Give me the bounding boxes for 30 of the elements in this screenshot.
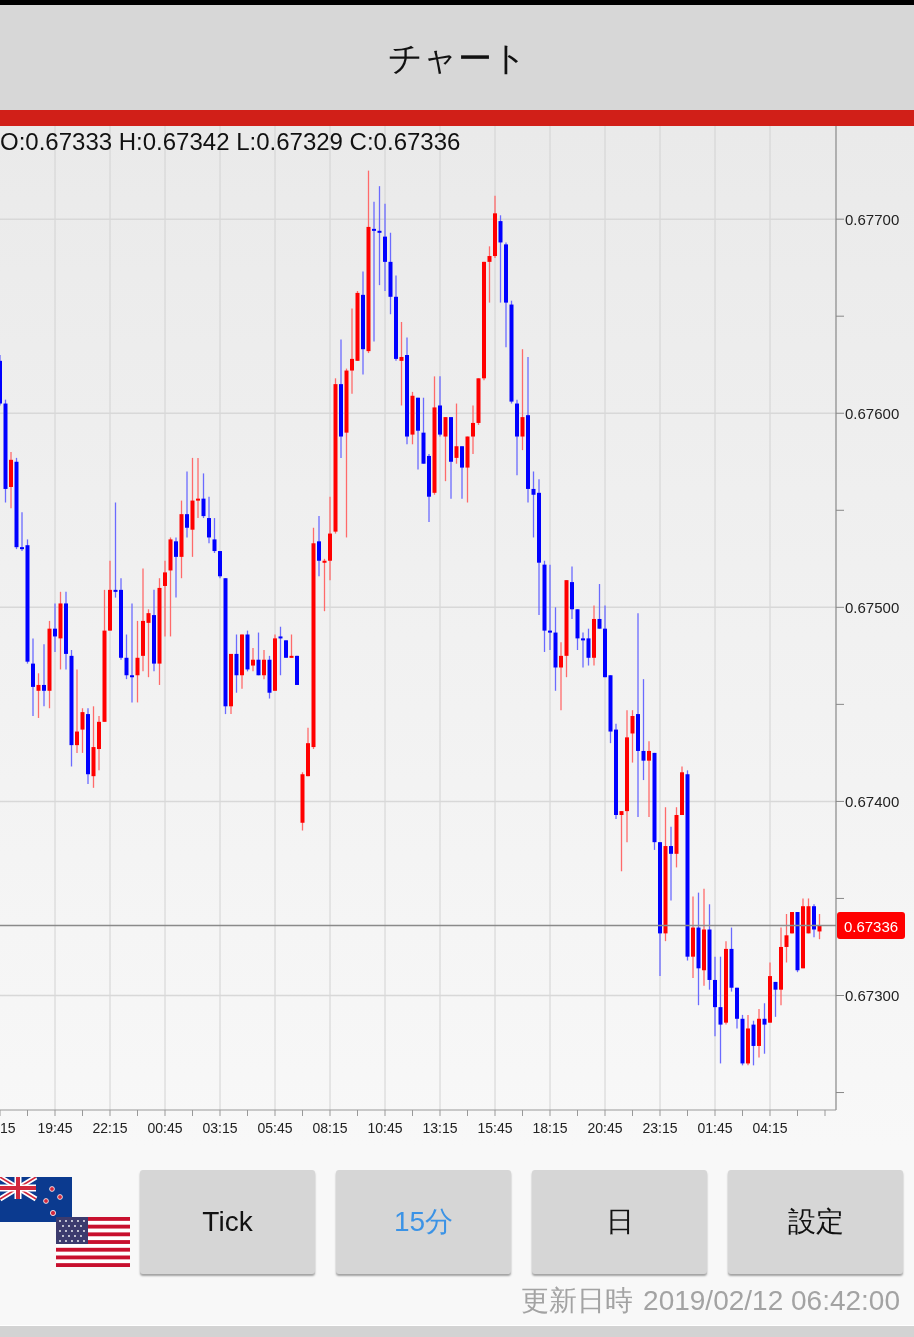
us-flag-icon: [56, 1217, 130, 1267]
x-axis-label: 20:45: [587, 1120, 623, 1136]
x-axis-label: 05:45: [257, 1120, 293, 1136]
update-time-value: 2019/02/12 06:42:00: [643, 1284, 900, 1318]
update-time-label: 更新日時: [521, 1284, 634, 1318]
x-axis-label: 10:45: [367, 1120, 403, 1136]
y-axis-label: 0.67400: [845, 792, 900, 810]
x-axis-label: 04:15: [752, 1120, 788, 1136]
x-axis-label: 15:45: [477, 1120, 513, 1136]
x-axis-label: 00:45: [147, 1120, 183, 1136]
y-axis-label: 0.67600: [845, 404, 900, 422]
y-axis-label: 0.67500: [845, 598, 900, 616]
ref-line-label: 0.67336: [843, 918, 899, 936]
x-axis-label: 08:15: [312, 1120, 348, 1136]
x-axis-label: 15: [0, 1120, 16, 1136]
x-axis-label: 23:15: [642, 1120, 678, 1136]
timeframe-tab[interactable]: 日: [532, 1170, 707, 1274]
x-axis-label: 13:15: [422, 1120, 458, 1136]
x-axis-label: 03:15: [202, 1120, 238, 1136]
y-axis-label: 0.67700: [845, 210, 900, 228]
x-axis-label: 19:45: [37, 1120, 73, 1136]
current-price-tag: 0.67336: [837, 912, 905, 940]
timeframe-tab[interactable]: Tick: [140, 1170, 315, 1274]
x-axis-label: 22:15: [92, 1120, 128, 1136]
x-axis-label: 18:15: [532, 1120, 568, 1136]
settings-button[interactable]: 設定: [728, 1170, 903, 1274]
x-axis-label: 01:45: [697, 1120, 733, 1136]
screen-title: チャート: [387, 37, 527, 78]
y-axis-label: 0.67300: [845, 987, 900, 1004]
ohlc-readout: O:0.67333 H:0.67342 L:0.67329 C:0.67336: [0, 128, 461, 156]
